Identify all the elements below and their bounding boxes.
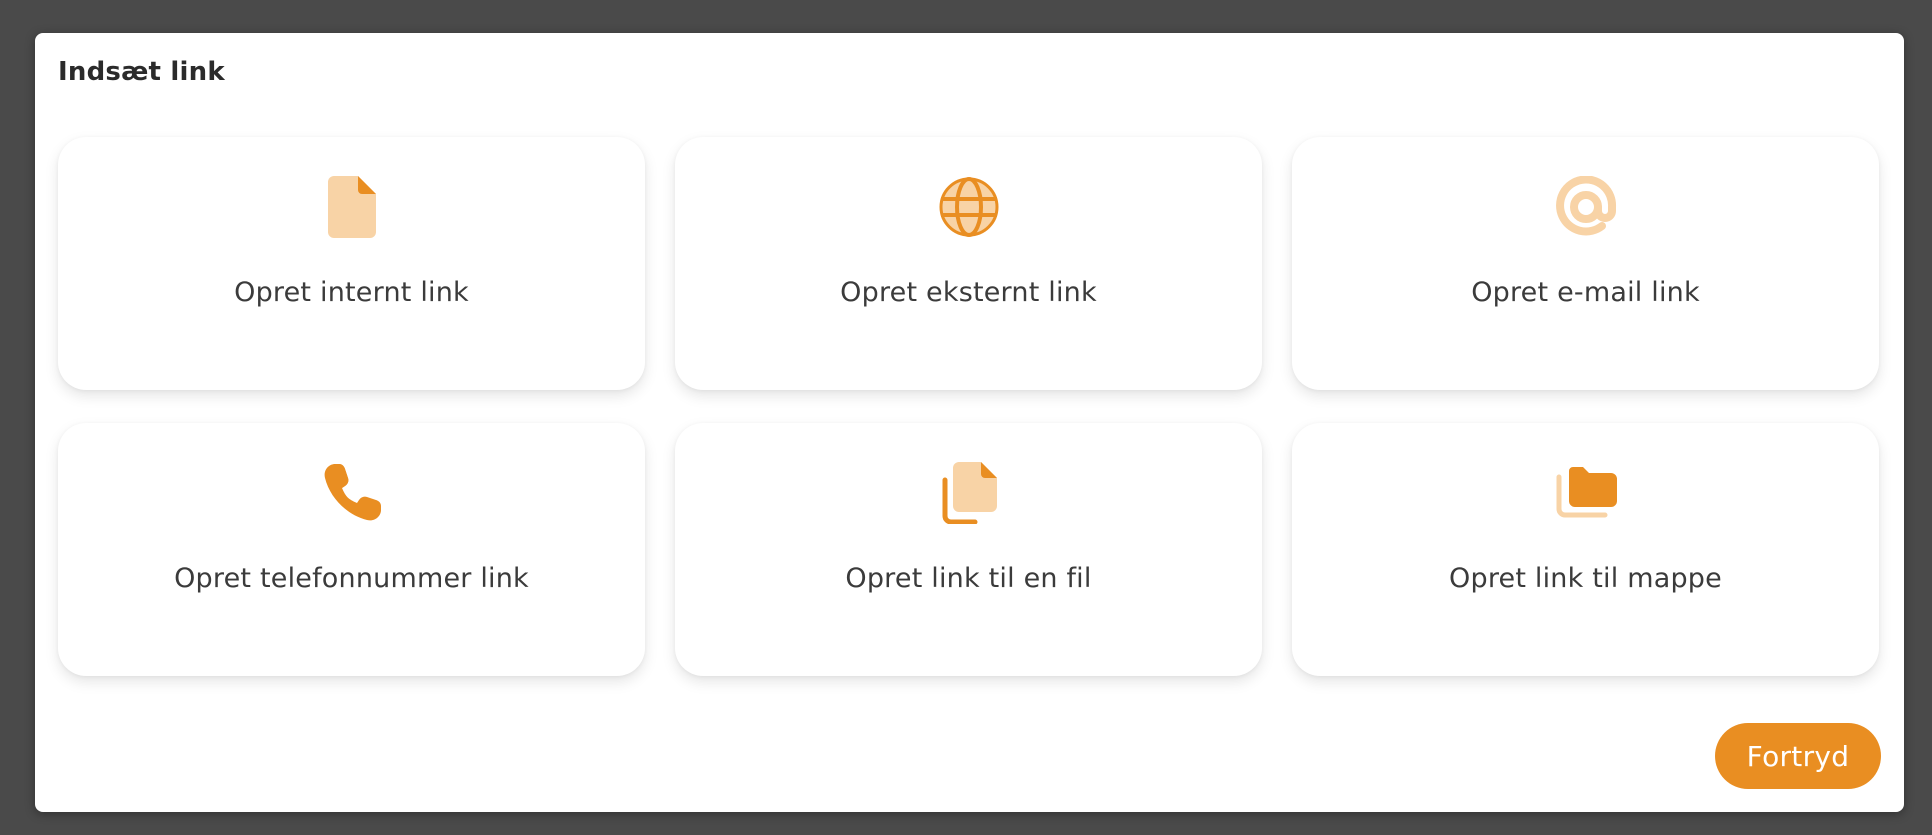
option-file-link[interactable]: Opret link til en fil xyxy=(675,423,1262,676)
option-external-link[interactable]: Opret eksternt link xyxy=(675,137,1262,390)
dialog-title: Indsæt link xyxy=(58,57,225,87)
option-label: Opret link til en fil xyxy=(845,563,1092,594)
option-label: Opret e-mail link xyxy=(1471,277,1700,308)
option-folder-link[interactable]: Opret link til mappe xyxy=(1292,423,1879,676)
globe-icon xyxy=(937,175,1001,239)
option-phone-link[interactable]: Opret telefonnummer link xyxy=(58,423,645,676)
option-email-link[interactable]: Opret e-mail link xyxy=(1292,137,1879,390)
at-sign-icon xyxy=(1554,175,1618,239)
document-icon xyxy=(320,175,384,239)
copy-file-icon xyxy=(937,461,1001,525)
option-label: Opret eksternt link xyxy=(840,277,1097,308)
insert-link-dialog: Indsæt link Opret internt link Opret eks… xyxy=(35,33,1904,812)
folders-icon xyxy=(1554,461,1618,525)
link-options-grid: Opret internt link Opret eksternt link O… xyxy=(58,137,1879,676)
cancel-button[interactable]: Fortryd xyxy=(1715,723,1881,789)
phone-icon xyxy=(320,461,384,525)
option-internal-link[interactable]: Opret internt link xyxy=(58,137,645,390)
option-label: Opret link til mappe xyxy=(1449,563,1722,594)
option-label: Opret internt link xyxy=(234,277,469,308)
option-label: Opret telefonnummer link xyxy=(174,563,529,594)
